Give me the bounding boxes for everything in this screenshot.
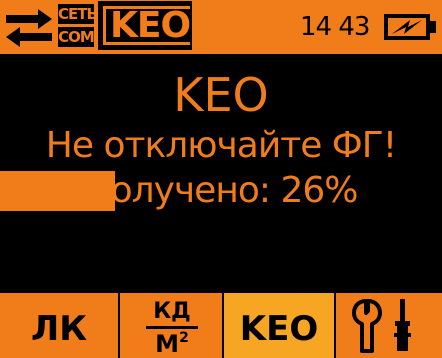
tab-tools[interactable] [334, 293, 442, 358]
unit-fraction: КД М2 [120, 293, 224, 358]
tab-keo[interactable]: KEO [222, 293, 334, 358]
warning-message: Не отключайте ФГ! [45, 125, 397, 166]
fraction-line [146, 326, 198, 329]
tab-cd-per-m2[interactable]: КД М2 [118, 293, 222, 358]
transfer-arrows-icon [6, 9, 52, 47]
tab-lk[interactable]: ЛК [0, 293, 118, 358]
progress-label: Получено: 26% [84, 170, 359, 211]
unit-denominator-base: М [155, 330, 180, 358]
network-tag: СЕТЬ [58, 4, 98, 24]
mode-badge: KEO [98, 1, 198, 50]
com-tag: COM [58, 27, 95, 47]
tools-icon [352, 299, 411, 353]
device-screen: СЕТЬ COM KEO 14 43 KEO Не отключайте ФГ!… [0, 0, 442, 358]
page-title: KEO [173, 68, 269, 122]
mode-badge-label: KEO [103, 6, 198, 45]
bottom-tab-bar: ЛК КД М2 KEO [0, 293, 442, 358]
unit-numerator: КД [153, 299, 191, 324]
battery-charging-icon [384, 14, 436, 40]
status-bar: СЕТЬ COM KEO 14 43 [0, 0, 442, 54]
unit-denominator: М2 [120, 331, 224, 357]
clock: 14 43 [300, 12, 370, 42]
unit-exponent: 2 [179, 330, 189, 346]
